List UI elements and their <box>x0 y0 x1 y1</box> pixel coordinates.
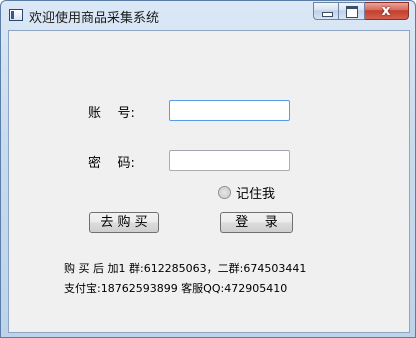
contact-info-text: 支付宝:18762593899 客服QQ:472905410 <box>64 282 288 295</box>
remember-me-label: 记住我 <box>236 187 276 202</box>
window-controls: x <box>313 2 409 20</box>
remember-me-option[interactable]: 记住我 <box>218 183 275 202</box>
close-icon: x <box>381 3 391 19</box>
password-input[interactable] <box>169 150 290 171</box>
app-window: 欢迎使用商品采集系统 x 账 号: 密 码: 记住我 去 购 买 登 录 购 买… <box>0 0 416 338</box>
account-input[interactable] <box>169 100 290 121</box>
maximize-icon <box>346 6 358 18</box>
login-button[interactable]: 登 录 <box>220 212 293 233</box>
app-window-icon[interactable] <box>9 9 23 21</box>
remember-me-radio[interactable] <box>218 186 231 199</box>
account-label: 账 号: <box>88 106 135 121</box>
group-info-text: 购 买 后 加1 群:612285063，二群:674503441 <box>64 262 307 275</box>
window-title: 欢迎使用商品采集系统 <box>29 11 160 26</box>
password-label: 密 码: <box>88 156 135 171</box>
minimize-icon <box>322 12 333 17</box>
title-bar[interactable]: 欢迎使用商品采集系统 x <box>1 1 415 29</box>
maximize-button[interactable] <box>339 2 365 20</box>
buy-button[interactable]: 去 购 买 <box>89 212 159 233</box>
minimize-button[interactable] <box>313 2 339 20</box>
close-button[interactable]: x <box>365 2 409 20</box>
login-panel: 账 号: 密 码: 记住我 去 购 买 登 录 购 买 后 加1 群:61228… <box>8 30 410 333</box>
